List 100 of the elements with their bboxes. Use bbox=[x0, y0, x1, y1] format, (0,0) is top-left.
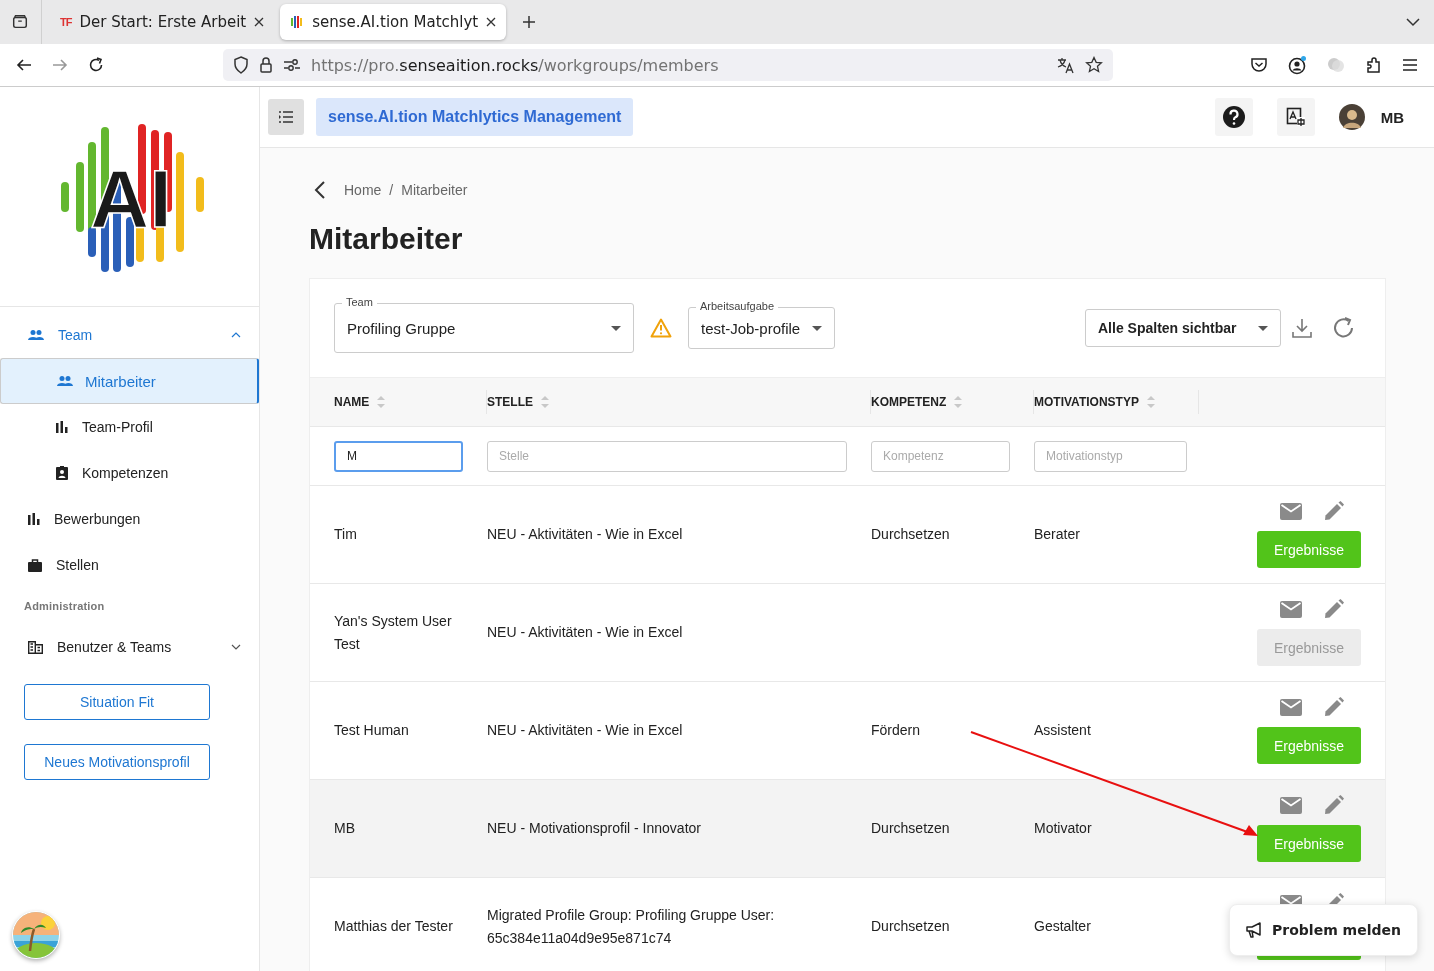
mail-icon[interactable] bbox=[1280, 698, 1302, 716]
back-icon[interactable] bbox=[314, 181, 326, 199]
address-bar[interactable]: https://pro.senseaition.rocks/workgroups/members bbox=[223, 49, 1113, 81]
reload-icon[interactable] bbox=[87, 56, 105, 74]
table-cell: Test Human bbox=[334, 722, 409, 738]
tab-overview-icon[interactable] bbox=[11, 13, 29, 31]
account-icon[interactable] bbox=[1287, 55, 1307, 75]
report-problem-toast[interactable]: Problem melden bbox=[1229, 904, 1418, 956]
translate-icon bbox=[1285, 107, 1306, 127]
column-header[interactable]: STELLE bbox=[487, 395, 533, 409]
logo-drawing: AI bbox=[55, 121, 206, 272]
shield-icon bbox=[233, 56, 249, 74]
table-cell: Gestalter bbox=[1034, 918, 1091, 934]
mail-icon[interactable] bbox=[1280, 796, 1302, 814]
menu-icon[interactable] bbox=[1402, 58, 1418, 72]
chevron-up-icon bbox=[231, 332, 241, 338]
table-cell: Durchsetzen bbox=[871, 820, 950, 836]
floating-label: Team bbox=[342, 295, 377, 309]
table-cell: NEU - Aktivitäten - Wie in Excel bbox=[487, 526, 683, 542]
new-tab-icon[interactable] bbox=[522, 15, 537, 29]
tab-title: Der Start: Erste Arbeit bbox=[79, 13, 247, 31]
close-icon[interactable] bbox=[486, 17, 497, 27]
tab-favicon: TF bbox=[60, 16, 72, 28]
table-cell: NEU - Aktivitäten - Wie in Excel bbox=[487, 624, 683, 640]
edit-icon[interactable] bbox=[1324, 599, 1344, 619]
menu-icon bbox=[278, 110, 294, 124]
download-icon[interactable] bbox=[1291, 317, 1313, 339]
chevron-down-icon bbox=[231, 644, 241, 650]
language-button[interactable] bbox=[1276, 98, 1315, 136]
nav-item[interactable]: Team bbox=[0, 312, 259, 358]
close-icon[interactable] bbox=[254, 17, 265, 27]
help-button[interactable] bbox=[1214, 98, 1253, 136]
dropdown-icon bbox=[1258, 325, 1268, 331]
id-badge-icon bbox=[56, 466, 68, 480]
outline-button[interactable]: Situation Fit bbox=[24, 684, 210, 720]
briefcase-icon bbox=[28, 558, 42, 572]
dropdown-icon bbox=[611, 325, 621, 331]
menu-toggle-button[interactable] bbox=[268, 99, 304, 135]
filter-field[interactable]: Motivationstyp bbox=[1034, 440, 1187, 472]
permissions-icon bbox=[283, 58, 301, 72]
browser-tab[interactable]: TF Der Start: Erste Arbeit bbox=[50, 4, 275, 40]
breadcrumb-link[interactable]: Home bbox=[344, 182, 382, 198]
bar-chart-icon bbox=[28, 513, 40, 525]
chevron-down-icon[interactable] bbox=[1406, 17, 1420, 27]
edit-icon[interactable] bbox=[1324, 697, 1344, 717]
table-cell: Durchsetzen bbox=[871, 526, 950, 542]
translate-icon[interactable] bbox=[1057, 56, 1075, 74]
nav-item[interactable]: Team-Profil bbox=[0, 404, 259, 450]
help-icon bbox=[1221, 105, 1246, 129]
edit-icon[interactable] bbox=[1324, 795, 1344, 815]
people-icon bbox=[57, 376, 73, 386]
mail-icon[interactable] bbox=[1280, 502, 1302, 520]
column-header[interactable]: MOTIVATIONSTYP bbox=[1034, 395, 1139, 409]
table-cell: Matthias der Tester bbox=[334, 918, 453, 934]
outline-button[interactable]: Neues Motivationsprofil bbox=[24, 744, 210, 780]
filter-field[interactable]: M bbox=[334, 440, 463, 472]
breadcrumb-separator: / bbox=[389, 182, 394, 198]
nav-item[interactable]: Mitarbeiter bbox=[0, 358, 259, 404]
table-cell: Berater bbox=[1034, 526, 1080, 542]
breadcrumb-link[interactable]: Mitarbeiter bbox=[401, 182, 468, 198]
avatar[interactable] bbox=[1338, 104, 1365, 130]
column-header[interactable]: KOMPETENZ bbox=[871, 395, 947, 409]
people-icon bbox=[28, 330, 44, 340]
section-label: Administration bbox=[23, 599, 106, 614]
lock-icon bbox=[259, 56, 273, 74]
user-initials[interactable]: MB bbox=[1380, 108, 1404, 126]
table-cell: Migrated Profile Group: Profiling Gruppe User: 65c384e11a04d9e95e871c74 bbox=[487, 906, 775, 946]
star-icon[interactable] bbox=[1085, 56, 1103, 74]
tab-title: sense.AI.tion Matchlyt bbox=[312, 13, 479, 31]
table-cell: Yan's System User Test bbox=[334, 612, 452, 652]
table-cell: MB bbox=[334, 820, 355, 836]
bar-chart-icon bbox=[56, 421, 68, 433]
columns-select[interactable]: Alle Spalten sichtbar bbox=[1085, 309, 1281, 347]
filter-field[interactable]: Kompetenz bbox=[871, 440, 1010, 472]
url-text: https://pro.senseaition.rocks/workgroups/members bbox=[311, 55, 719, 75]
select-value: test-Job-profile bbox=[701, 319, 801, 337]
dropdown-icon bbox=[812, 325, 823, 331]
building-icon bbox=[28, 640, 43, 654]
nav-item[interactable]: Bewerbungen bbox=[0, 496, 259, 542]
edit-icon[interactable] bbox=[1324, 501, 1344, 521]
nav-item[interactable]: Kompetenzen bbox=[0, 450, 259, 496]
table-cell: Durchsetzen bbox=[871, 918, 950, 934]
table-cell: Assistent bbox=[1034, 722, 1091, 738]
select-value: Profiling Gruppe bbox=[347, 319, 456, 337]
logo-icon bbox=[290, 15, 305, 29]
pocket-icon[interactable] bbox=[1250, 56, 1268, 74]
column-header[interactable]: NAME bbox=[334, 395, 370, 409]
app-title[interactable]: sense.AI.tion Matchlytics Management bbox=[316, 98, 634, 136]
table-cell: NEU - Aktivitäten - Wie in Excel bbox=[487, 722, 683, 738]
browser-tab[interactable]: sense.AI.tion Matchlyt bbox=[280, 4, 507, 40]
table-cell: Tim bbox=[334, 526, 357, 542]
table-cell: Motivator bbox=[1034, 820, 1092, 836]
mail-icon[interactable] bbox=[1280, 600, 1302, 618]
page-title: Mitarbeiter bbox=[309, 222, 464, 256]
floating-label: Arbeitsaufgabe bbox=[696, 299, 778, 313]
nav-item[interactable]: Stellen bbox=[0, 542, 259, 588]
nav-item[interactable]: Benutzer & Teams bbox=[0, 624, 259, 670]
puzzle-icon[interactable] bbox=[1365, 56, 1383, 74]
table-cell: Fördern bbox=[871, 722, 921, 738]
filter-field[interactable]: Stelle bbox=[487, 440, 847, 472]
